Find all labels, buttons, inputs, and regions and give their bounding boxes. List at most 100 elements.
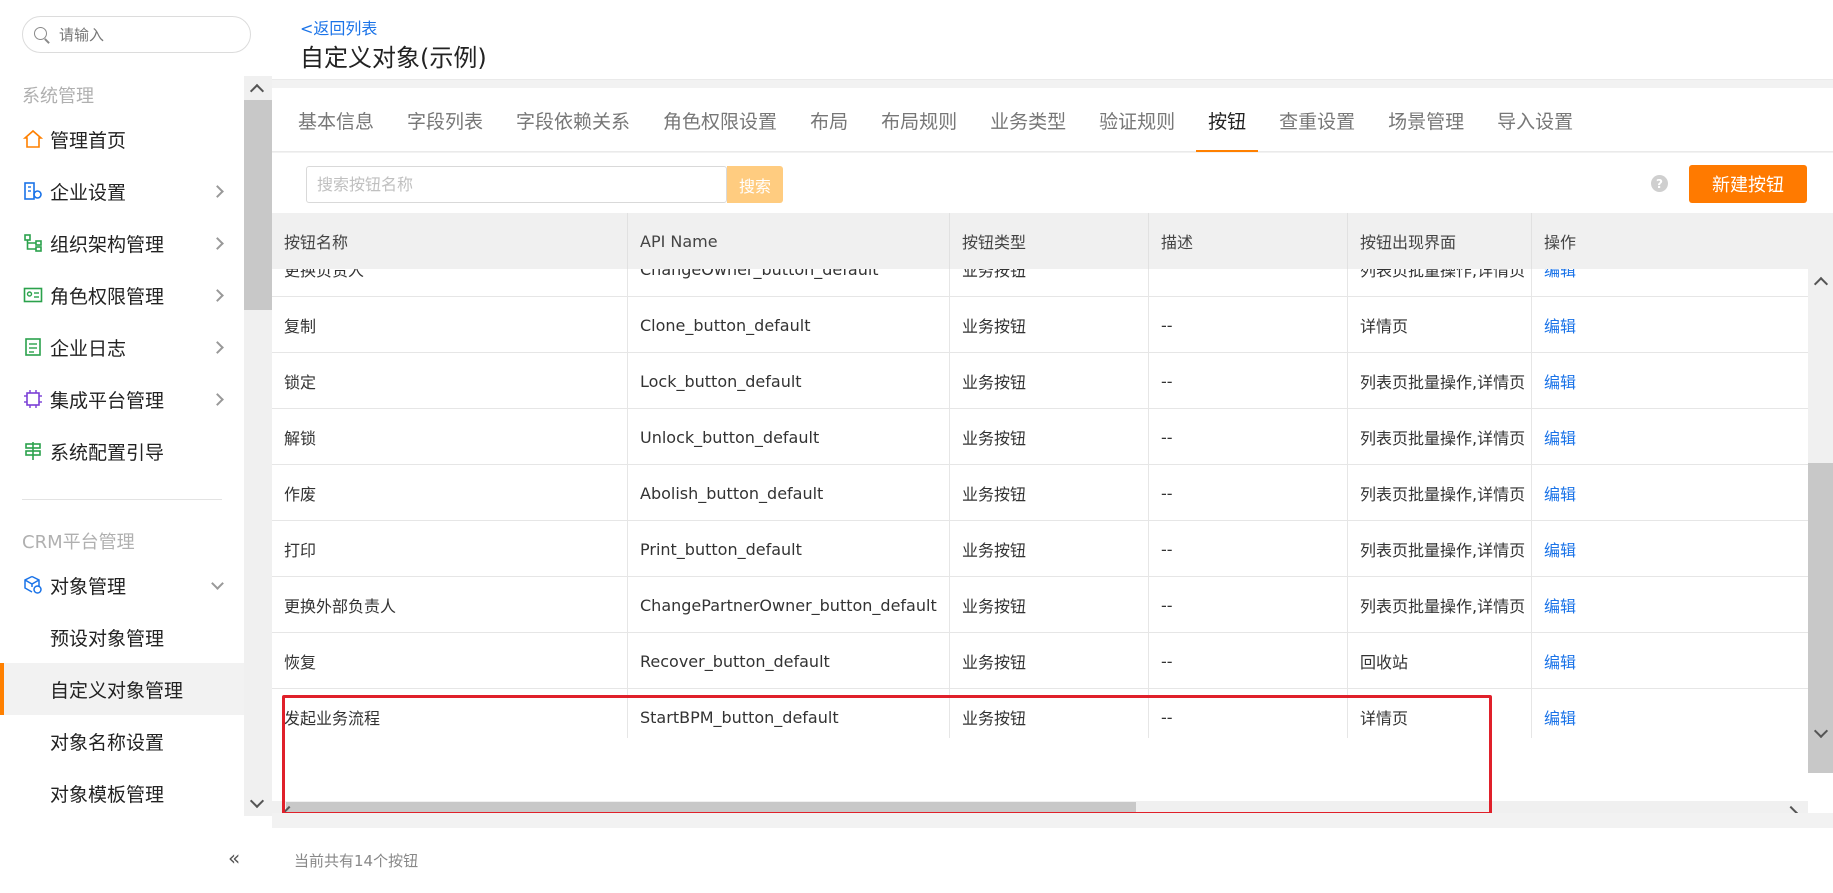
menu-group-system: 系统管理 (22, 85, 94, 107)
edit-link[interactable]: 编辑 (1532, 465, 1808, 521)
sidebar-item-org-structure[interactable]: 组织架构管理 (0, 217, 244, 269)
building-gear-icon (22, 180, 44, 202)
edit-link[interactable]: 编辑 (1532, 297, 1808, 353)
tab-field-dependencies[interactable]: 字段依赖关系 (516, 88, 630, 152)
tab-scenario-management[interactable]: 场景管理 (1388, 88, 1464, 152)
sidebar-item-home[interactable]: 管理首页 (0, 113, 244, 165)
chevron-right-icon (211, 392, 224, 406)
home-icon (22, 128, 44, 150)
sidebar-item-label: 集成平台管理 (50, 389, 165, 412)
sidebar-item-label: 组织架构管理 (50, 233, 165, 256)
object-tabs: 基本信息 字段列表 字段依赖关系 角色权限设置 布局 布局规则 业务类型 验证规… (272, 88, 1833, 152)
sidebar-scrollbar-thumb[interactable] (244, 100, 272, 310)
cell-api-name: Recover_button_default (628, 633, 950, 689)
tab-validation-rules[interactable]: 验证规则 (1099, 88, 1175, 152)
sidebar-menu: 系统管理 管理首页 企业设置 组织架构管理 角色权限管理 企业日志 集成平台管理… (0, 76, 244, 816)
cell-api-name: ChangeOwner_button_default (628, 269, 950, 297)
chevron-right-icon (211, 340, 224, 354)
cell-name: 发起业务流程 (272, 689, 628, 738)
table-row: 解锁 Unlock_button_default 业务按钮 -- 列表页批量操作,详情页… (272, 409, 1808, 465)
sidebar-item-system-config-guide[interactable]: 系统配置引导 (0, 425, 244, 477)
tab-layout-rules[interactable]: 布局规则 (881, 88, 957, 152)
chevron-right-icon (211, 236, 224, 250)
chevron-down-icon (211, 576, 224, 590)
table-row: 作废 Abolish_button_default 业务按钮 -- 列表页批量操作,详情… (272, 465, 1808, 521)
sidebar-item-label: 企业日志 (50, 337, 127, 360)
edit-link[interactable]: 编辑 (1532, 269, 1808, 297)
cell-name: 恢复 (272, 633, 628, 689)
table-header: 按钮名称 API Name 按钮类型 描述 按钮出现界面 操作 (272, 213, 1833, 269)
column-header-action: 操作 (1544, 233, 1577, 252)
column-header-display-page: 按钮出现界面 (1348, 213, 1532, 269)
collapse-sidebar-icon[interactable]: « (228, 846, 240, 870)
org-tree-icon (22, 232, 44, 254)
cell-type: 业务按钮 (950, 353, 1149, 409)
column-header-api-name: API Name (628, 213, 950, 269)
edit-link[interactable]: 编辑 (1532, 409, 1808, 465)
sidebar-subitem-object-templates[interactable]: 对象模板管理 (0, 767, 244, 816)
sidebar-item-label: 管理首页 (50, 129, 127, 152)
back-to-list-link[interactable]: <返回列表 (300, 15, 377, 39)
search-button[interactable]: 搜索 (727, 166, 783, 203)
button-search-input[interactable] (306, 166, 727, 203)
cube-gear-icon (22, 574, 44, 596)
cell-description: -- (1149, 409, 1348, 465)
tab-basic-info[interactable]: 基本信息 (298, 88, 374, 152)
button-toolbar: 搜索 新建按钮 (272, 153, 1833, 213)
table-row: 恢复 Recover_button_default 业务按钮 -- 回收站 编辑 (272, 633, 1808, 689)
cell-type: 业务按钮 (950, 465, 1149, 521)
cell-api-name: Print_button_default (628, 521, 950, 577)
cell-api-name: Lock_button_default (628, 353, 950, 409)
sidebar-item-role-permission[interactable]: 角色权限管理 (0, 269, 244, 321)
sidebar-item-label: 系统配置引导 (50, 441, 165, 464)
cell-type: 业务按钮 (950, 297, 1149, 353)
help-icon[interactable]: ? (1651, 175, 1668, 192)
sidebar-item-label: 对象管理 (50, 575, 127, 598)
sidebar-search[interactable] (22, 16, 251, 53)
page-title: 自定义对象(示例) (300, 44, 487, 72)
cell-description: -- (1149, 521, 1348, 577)
table-rows: 更换负责人 ChangeOwner_button_default 业务按钮 列表页批量… (272, 269, 1808, 738)
sidebar-item-enterprise-log[interactable]: 企业日志 (0, 321, 244, 373)
cell-type: 业务按钮 (950, 269, 1149, 297)
edit-link[interactable]: 编辑 (1532, 689, 1808, 738)
sidebar-item-integration-platform[interactable]: 集成平台管理 (0, 373, 244, 425)
tab-field-list[interactable]: 字段列表 (407, 88, 483, 152)
table-horizontal-scrollbar-thumb[interactable] (286, 802, 1136, 813)
new-button-button[interactable]: 新建按钮 (1689, 165, 1807, 203)
search-icon (33, 26, 51, 44)
tab-role-permissions[interactable]: 角色权限设置 (663, 88, 777, 152)
cell-name: 复制 (272, 297, 628, 353)
sidebar-item-label: 角色权限管理 (50, 285, 165, 308)
tab-import-settings[interactable]: 导入设置 (1497, 88, 1573, 152)
cell-type: 业务按钮 (950, 689, 1149, 738)
cell-display-page: 列表页批量操作,详情页 (1348, 409, 1532, 465)
sidebar-subitem-custom-objects[interactable]: 自定义对象管理 (0, 663, 244, 715)
edit-link[interactable]: 编辑 (1532, 353, 1808, 409)
cell-api-name: Clone_button_default (628, 297, 950, 353)
signpost-icon (22, 440, 44, 462)
sidebar-item-object-management[interactable]: 对象管理 (0, 559, 244, 611)
table-row: 打印 Print_button_default 业务按钮 -- 列表页批量操作,详情页编… (272, 521, 1808, 577)
cell-name: 更换外部负责人 (272, 577, 628, 633)
sidebar-subitem-object-name-settings[interactable]: 对象名称设置 (0, 715, 244, 767)
edit-link[interactable]: 编辑 (1532, 633, 1808, 689)
cell-display-page: 列表页批量操作,详情页 (1348, 521, 1532, 577)
tab-buttons[interactable]: 按钮 (1196, 88, 1259, 152)
sidebar-item-enterprise-settings[interactable]: 企业设置 (0, 165, 244, 217)
tab-layout[interactable]: 布局 (810, 88, 848, 152)
tab-duplicate-check[interactable]: 查重设置 (1279, 88, 1355, 152)
cell-description: -- (1149, 297, 1348, 353)
tab-business-types[interactable]: 业务类型 (990, 88, 1066, 152)
edit-link[interactable]: 编辑 (1532, 521, 1808, 577)
sidebar-search-input[interactable] (59, 25, 229, 44)
edit-link[interactable]: 编辑 (1532, 577, 1808, 633)
chevron-right-icon (211, 184, 224, 198)
cell-name: 更换负责人 (272, 269, 628, 297)
cell-display-page: 列表页批量操作,详情页 (1348, 269, 1532, 297)
cell-display-page: 回收站 (1348, 633, 1532, 689)
cell-type: 业务按钮 (950, 521, 1149, 577)
cell-description: -- (1149, 465, 1348, 521)
sidebar-subitem-preset-objects[interactable]: 预设对象管理 (0, 611, 244, 663)
cell-display-page: 详情页 (1348, 297, 1532, 353)
